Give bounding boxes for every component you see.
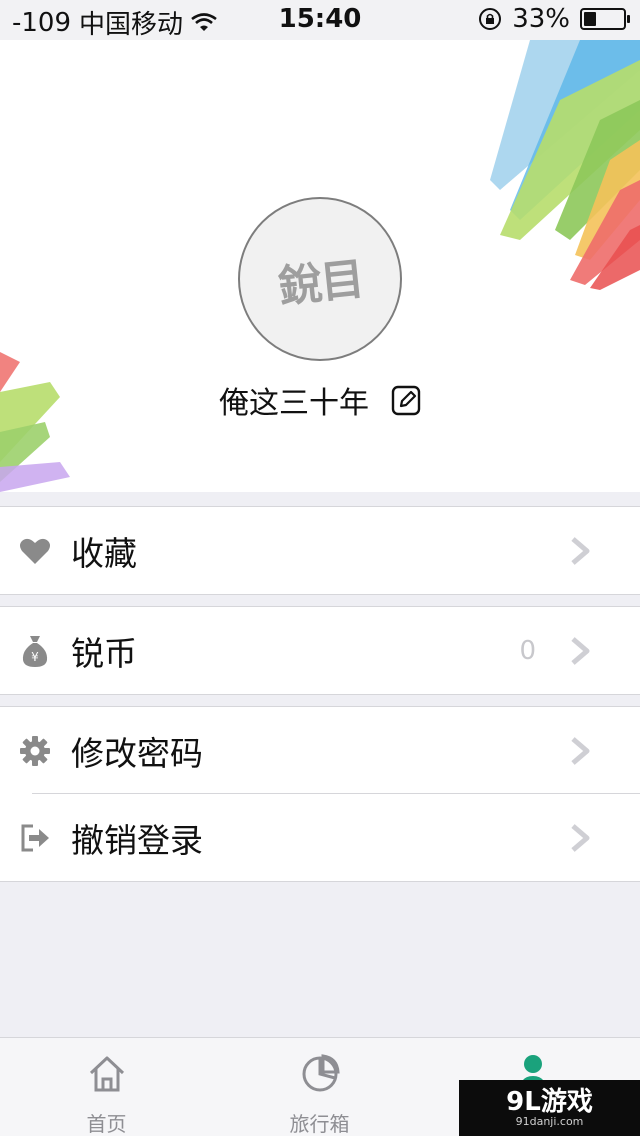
status-right: 33% <box>478 4 630 34</box>
username-row: 俺这三十年 <box>0 378 640 422</box>
username: 俺这三十年 <box>219 386 369 421</box>
logout-icon <box>18 821 52 855</box>
tab-label-home: 首页 <box>86 1112 127 1136</box>
account-group: 修改密码 撤销登录 <box>0 706 640 882</box>
menu-label-favorites: 收藏 <box>71 533 137 573</box>
chevron-right-icon <box>571 636 590 665</box>
chevron-right-icon <box>571 536 590 565</box>
tab-home[interactable]: 首页 <box>0 1038 213 1136</box>
menu-row-favorites[interactable]: 收藏 <box>0 507 640 594</box>
gear-icon <box>18 734 52 768</box>
coins-group: ¥ 锐币 0 <box>0 606 640 695</box>
battery-icon <box>580 8 630 30</box>
watermark-main: 9L游戏 <box>506 1087 593 1117</box>
edit-icon[interactable] <box>391 384 421 416</box>
coins-value: 0 <box>519 635 536 666</box>
menu-label-logout: 撤销登录 <box>71 820 203 860</box>
paint-splash-bottom-left <box>0 352 70 492</box>
tab-label-travel-case: 旅行箱 <box>289 1112 350 1136</box>
chevron-right-icon <box>571 736 590 765</box>
favorites-group: 收藏 <box>0 506 640 595</box>
menu-row-change-password[interactable]: 修改密码 <box>0 707 640 794</box>
profile-header: 銳目 俺这三十年 <box>0 40 640 492</box>
status-bar: -109 中国移动 15:40 33% <box>0 0 640 40</box>
menu-label-change-password: 修改密码 <box>71 733 203 773</box>
battery-percent: 33% <box>512 4 570 34</box>
tab-travel-case[interactable]: 旅行箱 <box>213 1038 426 1136</box>
watermark: 9L游戏 91danji.com <box>459 1080 640 1136</box>
tab-bar: 首页 旅行箱 9L游戏 91danji.com <box>0 1037 640 1136</box>
menu-label-coins: 锐币 <box>71 633 137 673</box>
chevron-right-icon <box>571 823 590 852</box>
watermark-sub: 91danji.com <box>515 1115 584 1128</box>
paint-splash-top-right <box>490 40 640 290</box>
pie-chart-icon <box>302 1054 340 1092</box>
avatar-logo-text: 銳目 <box>276 253 365 314</box>
orientation-lock-icon <box>479 8 502 30</box>
menu-row-coins[interactable]: ¥ 锐币 0 <box>0 607 640 694</box>
money-bag-icon: ¥ <box>18 634 52 668</box>
heart-icon <box>18 534 52 568</box>
menu-row-logout[interactable]: 撤销登录 <box>0 794 640 881</box>
home-icon <box>89 1056 124 1092</box>
avatar[interactable]: 銳目 <box>238 197 402 361</box>
svg-text:¥: ¥ <box>31 650 39 664</box>
